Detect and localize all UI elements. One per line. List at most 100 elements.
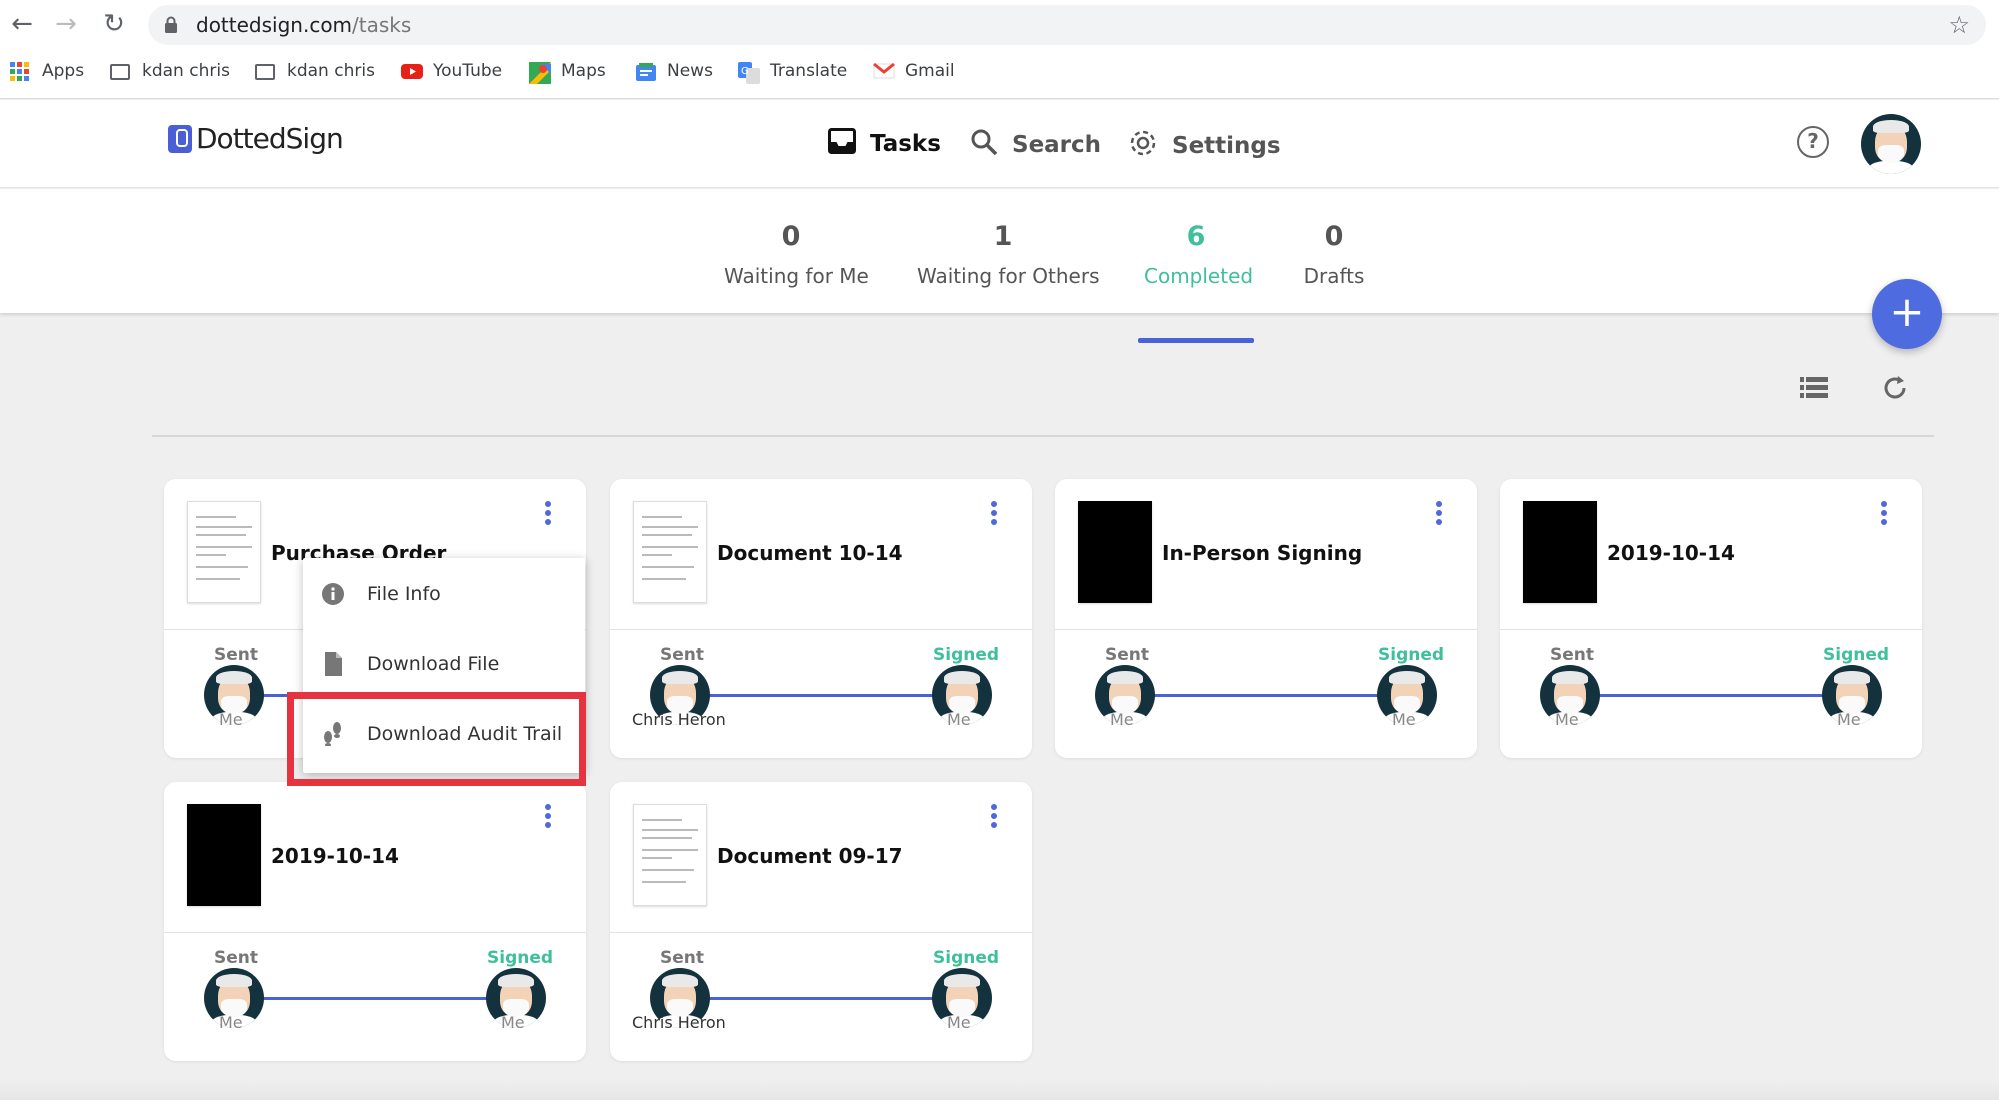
bookmark-apps[interactable]: Apps xyxy=(10,58,84,84)
document-thumbnail[interactable] xyxy=(1523,501,1597,603)
address-bar[interactable]: dottedsign.com/tasks ☆ xyxy=(148,5,1986,45)
sent-label: Sent xyxy=(214,645,259,665)
more-options-icon[interactable] xyxy=(990,804,998,830)
url-text: dottedsign.com/tasks xyxy=(196,13,412,37)
more-options-icon[interactable] xyxy=(544,804,552,830)
bookmark-translate[interactable]: G Translate xyxy=(738,58,847,84)
sender-name: Me xyxy=(219,710,243,729)
folder-icon xyxy=(255,64,275,80)
signing-progress-line xyxy=(700,997,940,1000)
sender-name: Me xyxy=(1555,710,1579,729)
tab-waiting-for-others[interactable]: 1 Waiting for Others xyxy=(917,221,1100,288)
card-separator xyxy=(1055,629,1477,630)
document-thumbnail[interactable] xyxy=(633,804,707,906)
signed-label: Signed xyxy=(487,948,554,968)
bookmark-youtube[interactable]: YouTube xyxy=(401,58,502,84)
document-title[interactable]: Document 09-17 xyxy=(717,844,903,868)
apps-grid-icon xyxy=(10,62,30,81)
dottedsign-logo[interactable]: DottedSign xyxy=(168,122,344,155)
sender-name: Chris Heron xyxy=(632,1013,726,1032)
sent-label: Sent xyxy=(214,948,259,968)
forward-arrow-icon[interactable]: → xyxy=(52,10,80,38)
signer-name: Me xyxy=(501,1013,525,1032)
more-options-icon[interactable] xyxy=(1880,501,1888,527)
sent-label: Sent xyxy=(1105,645,1150,665)
search-icon xyxy=(970,128,998,162)
document-title[interactable]: In-Person Signing xyxy=(1162,541,1362,565)
signing-progress-line xyxy=(254,997,494,1000)
document-thumbnail[interactable] xyxy=(633,501,707,603)
signer-name: Me xyxy=(947,710,971,729)
task-card[interactable]: 2019-10-14 Sent Signed Me Me xyxy=(164,782,586,1061)
tab-waiting-for-me[interactable]: 0 Waiting for Me xyxy=(724,221,869,288)
document-title[interactable]: Document 10-14 xyxy=(717,541,903,565)
document-thumbnail[interactable] xyxy=(1078,501,1152,603)
task-card[interactable]: 2019-10-14 Sent Signed Me Me xyxy=(1500,479,1922,758)
task-card[interactable]: Document 09-17 Sent Signed Chris Heron Me xyxy=(610,782,1032,1061)
bookmark-folder-2[interactable]: kdan chris xyxy=(255,58,375,84)
bottom-shade xyxy=(0,1080,1999,1100)
bookmark-gmail[interactable]: Gmail xyxy=(873,58,955,84)
document-thumbnail[interactable] xyxy=(187,804,261,906)
nav-tasks[interactable]: Tasks xyxy=(828,128,941,160)
sent-label: Sent xyxy=(1550,645,1595,665)
list-view-icon[interactable] xyxy=(1800,376,1828,404)
signer-name: Me xyxy=(1392,710,1416,729)
info-icon xyxy=(321,582,345,606)
signed-label: Signed xyxy=(933,645,1000,665)
browser-chrome: ← → ↻ dottedsign.com/tasks ☆ Apps kdan c… xyxy=(0,0,1999,99)
sent-label: Sent xyxy=(660,948,705,968)
news-icon xyxy=(635,62,656,81)
signing-progress-line xyxy=(1590,694,1830,697)
document-title[interactable]: 2019-10-14 xyxy=(271,844,399,868)
inbox-icon xyxy=(828,128,856,160)
file-icon xyxy=(321,652,345,676)
tab-drafts[interactable]: 0 Drafts xyxy=(1302,221,1366,288)
document-title[interactable]: 2019-10-14 xyxy=(1607,541,1735,565)
more-options-icon[interactable] xyxy=(990,501,998,527)
bookmark-news[interactable]: News xyxy=(635,58,713,84)
menu-item-download-file[interactable]: Download File xyxy=(321,644,499,684)
document-thumbnail[interactable] xyxy=(187,501,261,603)
refresh-icon[interactable] xyxy=(1881,374,1909,406)
bookmark-maps[interactable]: Maps xyxy=(529,58,606,84)
user-avatar[interactable] xyxy=(1861,114,1921,174)
nav-settings[interactable]: Settings xyxy=(1128,128,1281,164)
content-divider xyxy=(152,435,1934,437)
add-task-button[interactable]: + xyxy=(1872,279,1942,349)
task-card[interactable]: In-Person Signing Sent Signed Me Me xyxy=(1055,479,1477,758)
highlight-box xyxy=(287,692,586,786)
menu-item-file-info[interactable]: File Info xyxy=(321,574,441,614)
signed-label: Signed xyxy=(1378,645,1445,665)
nav-search[interactable]: Search xyxy=(970,128,1101,162)
lock-icon xyxy=(165,16,177,33)
signed-label: Signed xyxy=(1823,645,1890,665)
active-tab-indicator xyxy=(1138,338,1254,343)
card-separator xyxy=(610,629,1032,630)
sent-label: Sent xyxy=(660,645,705,665)
sender-name: Me xyxy=(1110,710,1134,729)
sender-name: Chris Heron xyxy=(632,710,726,729)
pen-logo-icon xyxy=(168,124,192,153)
card-separator xyxy=(164,932,586,933)
folder-icon xyxy=(110,64,130,80)
sender-name: Me xyxy=(219,1013,243,1032)
gmail-icon xyxy=(873,62,895,80)
signing-progress-line xyxy=(1145,694,1385,697)
tab-completed[interactable]: 6 Completed xyxy=(1138,221,1254,343)
status-tabs: 0 Waiting for Me 1 Waiting for Others 6 Com… xyxy=(0,189,1999,343)
card-separator xyxy=(1500,629,1922,630)
reload-icon[interactable]: ↻ xyxy=(100,10,128,38)
task-card[interactable]: Document 10-14 Sent Signed Chris Heron Me xyxy=(610,479,1032,758)
back-arrow-icon[interactable]: ← xyxy=(8,10,36,38)
signer-name: Me xyxy=(947,1013,971,1032)
youtube-icon xyxy=(401,62,423,80)
bookmark-star-icon[interactable]: ☆ xyxy=(1948,11,1970,39)
bookmark-folder-1[interactable]: kdan chris xyxy=(110,58,230,84)
maps-icon xyxy=(529,62,551,84)
more-options-icon[interactable] xyxy=(544,501,552,527)
signed-label: Signed xyxy=(933,948,1000,968)
help-icon[interactable]: ? xyxy=(1797,126,1829,158)
signing-progress-line xyxy=(700,694,940,697)
more-options-icon[interactable] xyxy=(1435,501,1443,527)
